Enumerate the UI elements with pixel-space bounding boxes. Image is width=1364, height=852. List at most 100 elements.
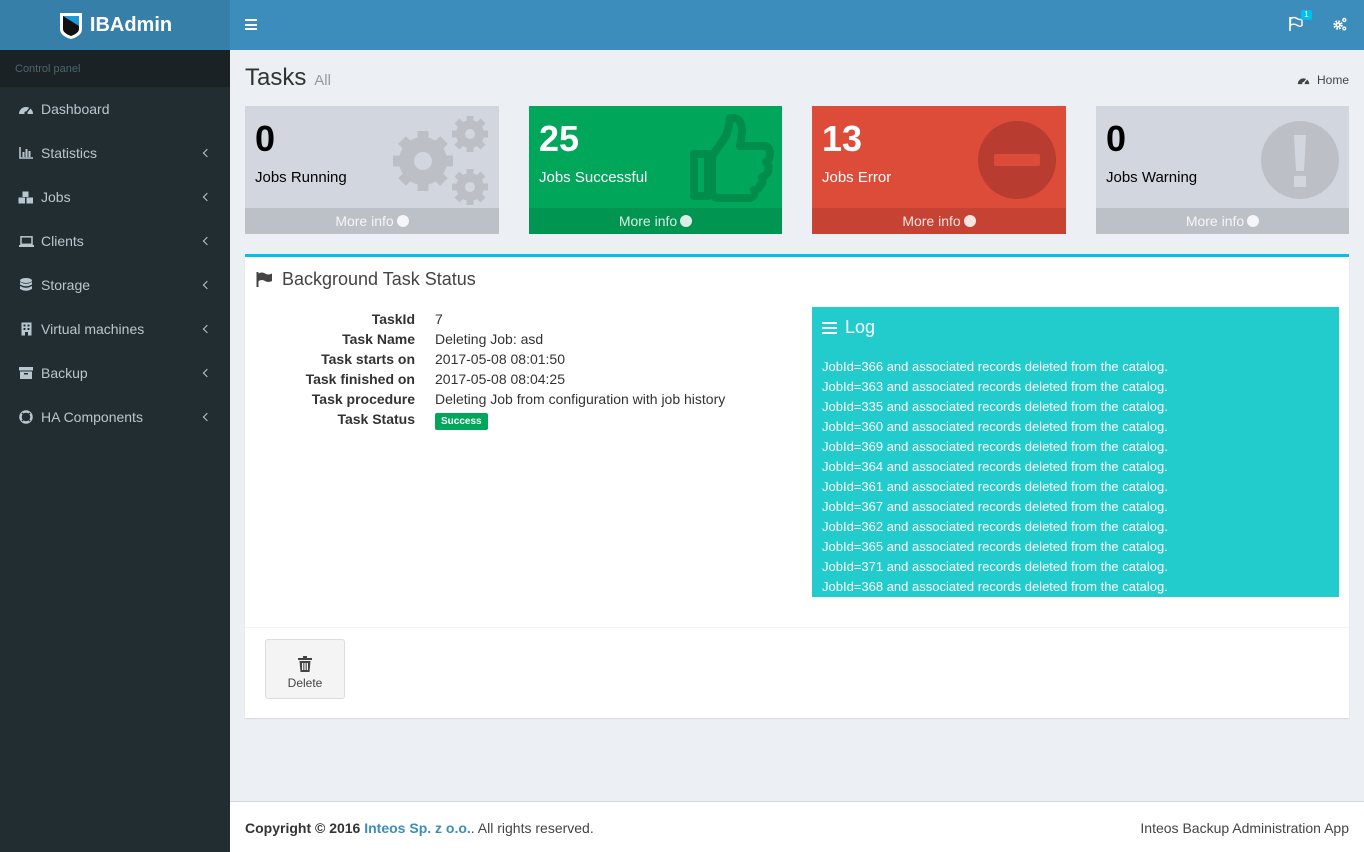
arrow-circle-right-icon xyxy=(963,215,976,227)
brand-logo-icon xyxy=(59,13,82,39)
chevron-left-icon xyxy=(202,192,212,202)
box-footer: Delete xyxy=(245,627,1349,718)
brand-name: IBAdmin xyxy=(89,13,173,36)
content-header: Tasks All xyxy=(245,64,331,92)
log-line: JobId=363 and associated records deleted… xyxy=(822,379,1168,394)
gears-icon xyxy=(1333,17,1347,31)
sidebar-item-statistics[interactable]: Statistics xyxy=(0,131,230,175)
stat-box-jobs-warning: 0 Jobs Warning More info xyxy=(1096,106,1349,234)
more-info-link[interactable]: More info xyxy=(812,208,1066,234)
stat-box-jobs-successful: 25 Jobs Successful More info xyxy=(529,106,782,234)
thumbs-up-icon xyxy=(690,114,774,202)
stat-value: 13 xyxy=(822,118,863,159)
sidebar-item-label: Clients xyxy=(41,233,84,249)
rights-text: . All rights reserved. xyxy=(470,820,594,836)
settings-button[interactable] xyxy=(1332,16,1350,34)
task-field-row: Task starts on 2017-05-08 08:01:50 xyxy=(245,349,805,369)
arrow-circle-right-icon xyxy=(396,215,409,227)
chevron-left-icon xyxy=(202,368,212,378)
arrow-circle-right-icon xyxy=(1247,215,1260,227)
more-info-label: More info xyxy=(902,213,961,229)
stat-box-jobs-error: 13 Jobs Error More info xyxy=(812,106,1066,234)
delete-button[interactable]: Delete xyxy=(265,639,345,699)
sidebar-section-label: Control panel xyxy=(0,50,230,87)
log-panel: Log JobId=366 and associated records del… xyxy=(812,307,1339,597)
task-details: TaskId 7 Task Name Deleting Job: asd Tas… xyxy=(245,309,805,430)
building-icon xyxy=(18,322,34,336)
bar-chart-icon xyxy=(18,146,34,160)
task-field-row: Task Name Deleting Job: asd xyxy=(245,329,805,349)
life-ring-icon xyxy=(18,410,34,424)
task-field-row: Task procedure Deleting Job from configu… xyxy=(245,389,805,409)
log-title: Log xyxy=(822,317,875,338)
sidebar-item-clients[interactable]: Clients xyxy=(0,219,230,263)
chevron-left-icon xyxy=(202,324,212,334)
page-footer: Copyright © 2016 Inteos Sp. z o.o.. All … xyxy=(230,801,1364,852)
stat-value: 25 xyxy=(539,118,580,159)
stat-label: Jobs Error xyxy=(822,169,892,186)
sidebar-item-ha-components[interactable]: HA Components xyxy=(0,395,230,439)
log-line: JobId=367 and associated records deleted… xyxy=(822,499,1168,514)
stat-label: Jobs Successful xyxy=(539,169,648,186)
field-label: Task procedure xyxy=(311,391,415,407)
field-label: Task Name xyxy=(342,331,415,347)
more-info-label: More info xyxy=(618,213,678,229)
sidebar-item-backup[interactable]: Backup xyxy=(0,351,230,395)
laptop-icon xyxy=(18,234,34,248)
sidebar-item-label: Storage xyxy=(41,277,91,293)
field-label: Task finished on xyxy=(305,371,415,387)
trash-icon xyxy=(298,656,312,672)
breadcrumb[interactable]: Home xyxy=(1297,73,1349,87)
sidebar-item-label: Dashboard xyxy=(41,101,110,117)
field-value: Deleting Job: asd xyxy=(435,331,544,347)
sidebar-item-label: Backup xyxy=(41,365,88,381)
field-label: TaskId xyxy=(371,311,415,327)
log-line: JobId=360 and associated records deleted… xyxy=(822,419,1168,434)
sidebar: IBAdmin Control panel Dashboard Statisti… xyxy=(0,0,230,852)
cubes-icon xyxy=(18,190,34,204)
flag-icon xyxy=(256,272,272,287)
field-value: Deleting Job from configuration with job… xyxy=(435,391,726,407)
more-info-link[interactable]: More info xyxy=(245,208,499,234)
field-value: 2017-05-08 08:04:25 xyxy=(435,371,565,387)
breadcrumb-home[interactable]: Home xyxy=(1317,73,1349,87)
database-icon xyxy=(18,278,34,292)
stat-value: 0 xyxy=(255,118,276,159)
sidebar-toggle-icon[interactable] xyxy=(245,19,257,30)
field-value: 7 xyxy=(435,311,443,327)
field-value: 2017-05-08 08:01:50 xyxy=(435,351,565,367)
sidebar-item-label: Jobs xyxy=(41,189,71,205)
sidebar-item-storage[interactable]: Storage xyxy=(0,263,230,307)
archive-icon xyxy=(18,366,34,380)
list-icon xyxy=(822,321,837,334)
more-info-link[interactable]: More info xyxy=(1096,208,1349,234)
sidebar-item-label: Virtual machines xyxy=(41,321,145,337)
top-navbar: 1 xyxy=(230,0,1364,50)
dashboard-icon xyxy=(18,102,34,116)
copyright-prefix: Copyright © 2016 xyxy=(245,820,361,836)
cogs-icon xyxy=(393,116,488,205)
minus-circle-icon xyxy=(978,121,1056,199)
copyright: Copyright © 2016 Inteos Sp. z o.o.. All … xyxy=(245,820,594,836)
more-info-label: More info xyxy=(335,213,394,229)
log-line: JobId=364 and associated records deleted… xyxy=(822,459,1168,474)
task-status-box: Background Task Status TaskId 7 Task Nam… xyxy=(245,254,1349,718)
box-title: Background Task Status xyxy=(256,269,476,290)
exclamation-circle-icon xyxy=(1261,121,1339,199)
brand-logo[interactable]: IBAdmin xyxy=(0,0,230,50)
more-info-link[interactable]: More info xyxy=(529,208,782,234)
task-field-row: TaskId 7 xyxy=(245,309,805,329)
log-line: JobId=335 and associated records deleted… xyxy=(822,399,1168,414)
sidebar-item-virtual-machines[interactable]: Virtual machines xyxy=(0,307,230,351)
log-line: JobId=368 and associated records deleted… xyxy=(822,579,1168,594)
log-lines: JobId=366 and associated records deleted… xyxy=(822,357,1168,597)
stat-box-jobs-running: 0 Jobs Running More info xyxy=(245,106,499,234)
company-link[interactable]: Inteos Sp. z o.o. xyxy=(364,820,471,836)
task-field-row: Task finished on 2017-05-08 08:04:25 xyxy=(245,369,805,389)
delete-button-label: Delete xyxy=(287,676,323,690)
sidebar-menu: Dashboard Statistics Jobs Clients Storag… xyxy=(0,87,230,439)
sidebar-item-jobs[interactable]: Jobs xyxy=(0,175,230,219)
sidebar-item-dashboard[interactable]: Dashboard xyxy=(0,87,230,131)
page-title: Tasks xyxy=(245,64,307,91)
task-status-row: Task Status Success xyxy=(245,409,805,430)
